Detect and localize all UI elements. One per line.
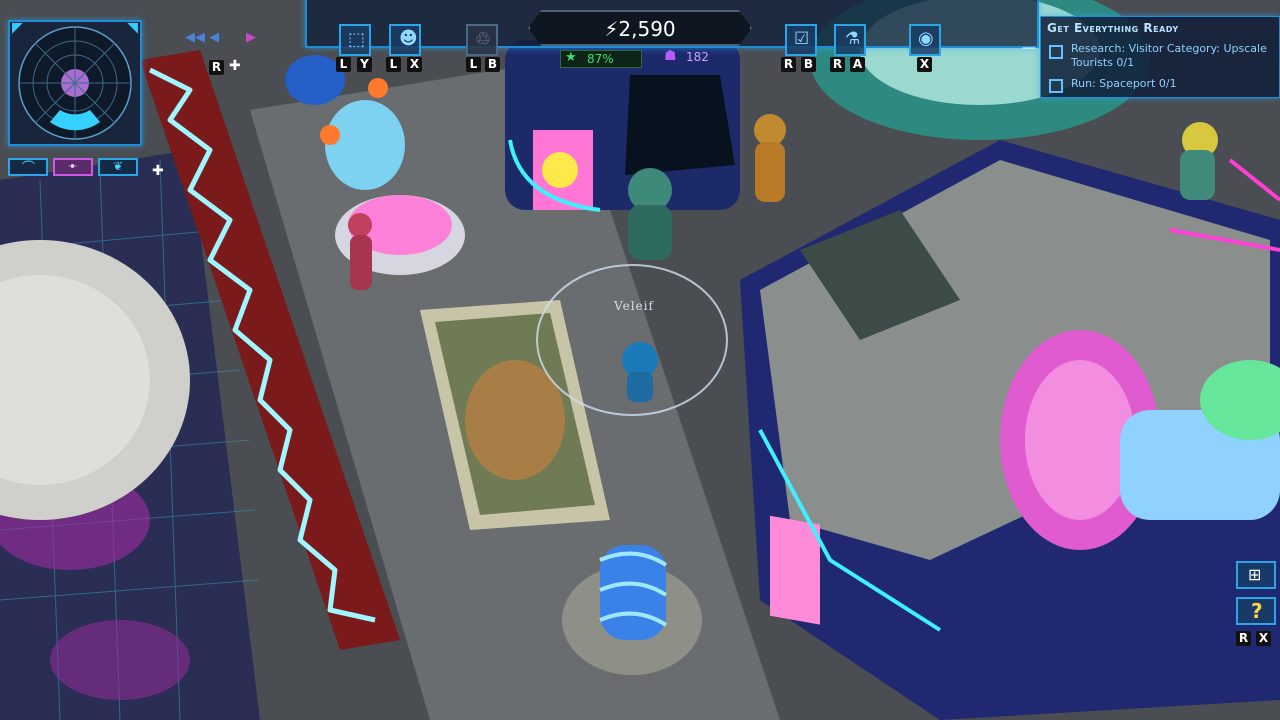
happiness-value: 87% [587,52,614,66]
player-name-label: Veleif [614,299,654,313]
research-tool-button[interactable]: ☑ [785,24,817,56]
key-hint: X [407,57,422,72]
gauge-icon: ⌒ [22,161,36,176]
key-hint: L [466,57,481,72]
quest-checkbox [1049,79,1063,93]
alien-visitor[interactable] [628,168,672,260]
key-hint: L [386,57,401,72]
play-icon[interactable]: ▶ [246,30,256,45]
visitor-value: 182 [686,50,709,64]
rewind-icon[interactable]: ◀◀ ◀ [185,30,219,45]
power-display: ⚡2,590 [528,10,752,46]
key-hint: X [1256,631,1271,646]
dpad-icon: ✚ [229,58,241,74]
key-hint: R [1236,631,1251,646]
star-icon: ★ [565,50,577,65]
minimap-mode-button[interactable]: ⌒ [8,158,48,176]
key-hint: A [850,57,865,72]
park-scene[interactable] [0,0,1280,720]
quest-item-progress: 0/1 [1116,56,1135,69]
key-hint: B [801,57,816,72]
recycle-tool-button[interactable]: ♲ [466,24,498,56]
alien-visitor[interactable] [348,213,372,290]
question-icon: ? [1251,599,1263,623]
visitor-count: ☗ 182 [660,48,734,66]
build-tool-button[interactable]: ⬚ [339,24,371,56]
recycle-icon: ♲ [475,29,492,50]
settings-tool-button[interactable]: ◉ [909,24,941,56]
key-hint: B [485,57,500,72]
corner-arrow-icon: ◤ [12,20,23,36]
happiness-meter: ★ 87% [560,50,642,68]
minimap-mode-button[interactable]: ꔹ [53,158,93,176]
game-world[interactable]: Veleif [0,0,1280,720]
ring-icon: ◉ [918,28,934,49]
power-amount: ⚡2,590 [604,17,676,41]
key-hint: R [830,57,845,72]
quest-title: Get Everything Ready [1047,21,1179,35]
checklist-icon: ☑ [794,29,810,49]
minimap-toggle-key: R [209,60,224,75]
visitor-icon: ☗ [664,48,677,64]
cube-icon: ⬚ [348,29,366,50]
alien-icon: ☻ [399,28,418,49]
flask-icon: ⚗ [845,29,861,49]
key-hint: L [336,57,351,72]
ice-machine[interactable] [325,100,405,190]
quest-item: Research: Visitor Category: Upscale Tour… [1071,42,1271,70]
corner-arrow-icon: ◥ [127,20,138,36]
key-hint: X [917,57,932,72]
minimap[interactable]: ◤ ◥ [8,20,142,146]
player-character[interactable] [622,342,658,402]
crowd-icon: ꔹ [68,160,78,173]
dpad-icon: ✚ [152,163,164,179]
minimap-mode-button[interactable]: ❦ [98,158,138,176]
overview-button[interactable]: ⊞ [1236,561,1276,589]
minimap-radar[interactable] [10,22,140,144]
key-hint: Y [357,57,372,72]
science-tool-button[interactable]: ⚗ [834,24,866,56]
quest-item-label: Run: Spaceport [1071,77,1156,90]
quest-item: Run: Spaceport 0/1 [1071,77,1271,91]
leaf-icon: ❦ [113,159,124,173]
key-hint: R [781,57,796,72]
quest-item-progress: 0/1 [1158,77,1177,90]
collapse-icon[interactable]: — [1022,40,1036,56]
alien-tool-button[interactable]: ☻ [389,24,421,56]
alien-visitor[interactable] [754,114,786,202]
grid-icon: ⊞ [1248,565,1262,584]
quest-panel: Get Everything Ready Research: Visitor C… [1040,16,1280,98]
quest-checkbox [1049,45,1063,59]
alien-visitor[interactable] [1180,122,1218,200]
quest-item-label: Research: Visitor Category: Upscale Tour… [1071,42,1267,69]
help-button[interactable]: ? [1236,597,1276,625]
